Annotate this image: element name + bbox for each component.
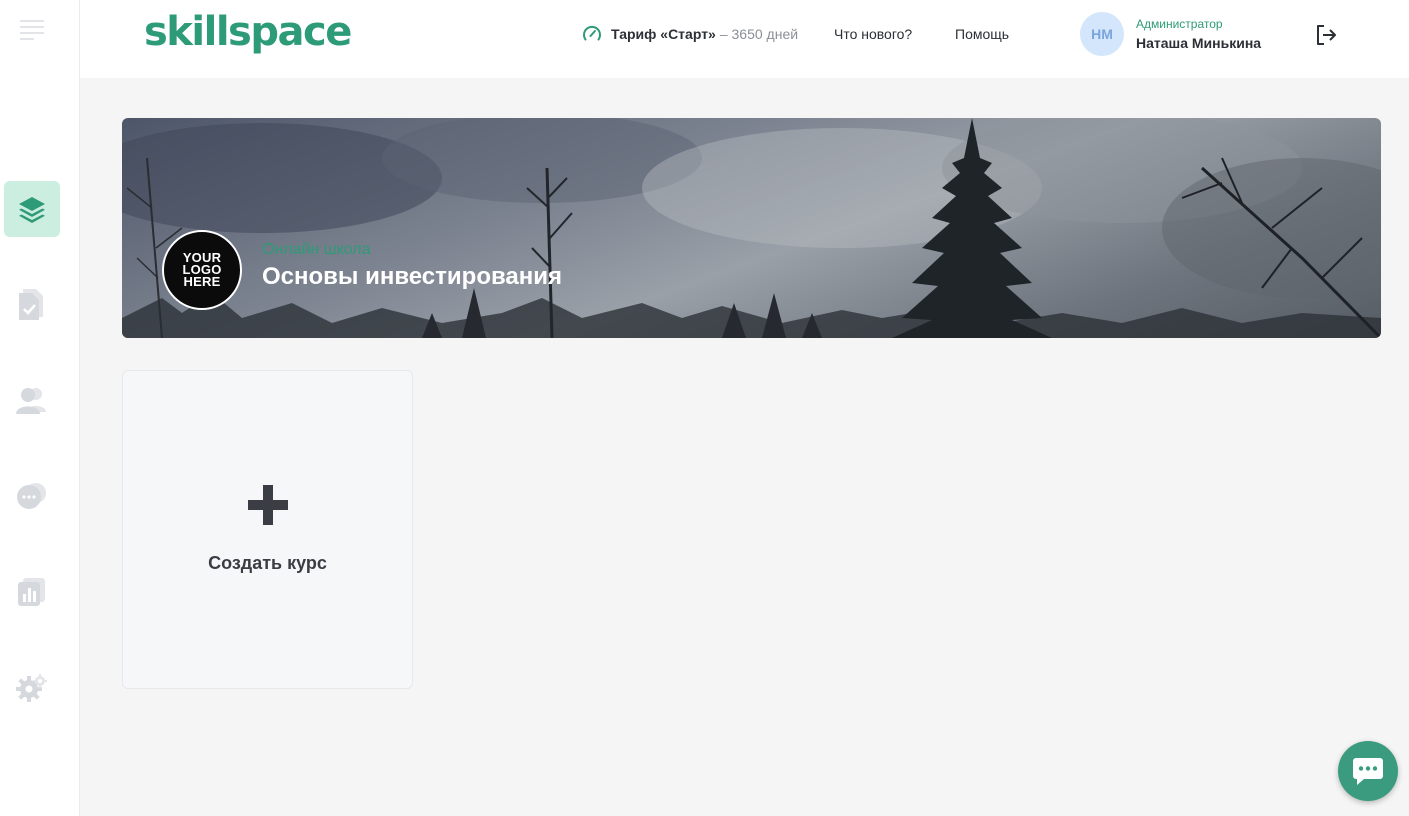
avatar[interactable]: НМ <box>1080 12 1124 56</box>
layers-icon <box>19 197 45 223</box>
sidebar-item-students[interactable] <box>4 372 60 428</box>
tariff-days: – 3650 дней <box>719 26 799 42</box>
user-role: Администратор <box>1136 17 1223 31</box>
banner-background-image <box>122 118 1381 338</box>
sidebar-item-courses[interactable] <box>4 181 60 237</box>
help-link[interactable]: Помощь <box>955 24 1009 44</box>
chat-support-button[interactable] <box>1338 741 1398 801</box>
tariff-info[interactable]: Тариф «Старт» – 3650 дней <box>582 24 798 44</box>
sidebar <box>0 0 80 816</box>
school-logo: YOUR LOGO HERE <box>162 230 242 310</box>
whats-new-link[interactable]: Что нового? <box>834 24 912 44</box>
create-course-label: Создать курс <box>208 553 327 573</box>
menu-toggle-icon[interactable] <box>20 19 44 41</box>
sidebar-item-analytics[interactable] <box>4 564 60 620</box>
sidebar-item-messages[interactable] <box>4 468 60 524</box>
sidebar-item-settings[interactable] <box>4 660 60 716</box>
create-course-card[interactable]: Создать курс <box>122 370 413 689</box>
document-check-icon <box>19 289 43 320</box>
school-logo-text: YOUR LOGO HERE <box>182 250 222 289</box>
skillspace-logo[interactable]: skillspace <box>144 8 352 56</box>
school-banner: YOUR LOGO HERE Онлайн школа Основы инвес… <box>122 118 1381 338</box>
school-subtitle: Онлайн школа <box>262 241 371 258</box>
top-header: skillspace Тариф «Старт» – 3650 дней Что… <box>80 0 1409 78</box>
sidebar-item-homework[interactable] <box>4 276 60 332</box>
logout-icon[interactable] <box>1314 23 1338 47</box>
speedometer-icon <box>583 25 601 41</box>
chat-bubbles-icon <box>17 483 46 509</box>
chart-icon <box>18 578 45 606</box>
user-name[interactable]: Наташа Минькина <box>1136 34 1261 52</box>
tariff-label: Тариф «Старт» <box>611 26 716 42</box>
school-title: Основы инвестирования <box>262 263 563 290</box>
gear-icon <box>16 674 47 702</box>
plus-icon <box>248 485 288 525</box>
users-icon <box>16 388 46 414</box>
chat-icon <box>1353 758 1383 785</box>
